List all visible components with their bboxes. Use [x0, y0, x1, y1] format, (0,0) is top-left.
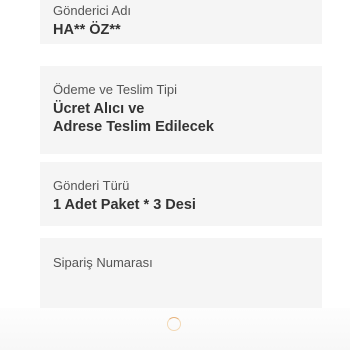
shipment-type-label: Gönderi Türü — [53, 178, 130, 193]
sender-name-label: Gönderici Adı — [53, 3, 132, 18]
shipment-type-card: Gönderi Türü 1 Adet Paket * 3 Desi — [40, 162, 322, 226]
payment-delivery-label: Ödeme ve Teslim Tipi — [53, 82, 178, 97]
payment-delivery-card: Ödeme ve Teslim Tipi Ücret Alıcı ve Adre… — [40, 66, 322, 154]
sender-name-value: HA** ÖZ** — [53, 22, 121, 38]
payment-delivery-value-line2: Adrese Teslim Edilecek — [53, 119, 214, 135]
loading-spinner-icon — [167, 317, 181, 331]
payment-delivery-value-line1: Ücret Alıcı ve — [53, 101, 145, 117]
order-number-card: Sipariş Numarası — [40, 238, 322, 308]
shipment-details-screen: Gönderici Adı HA** ÖZ** Ödeme ve Teslim … — [0, 0, 350, 350]
order-number-label: Sipariş Numarası — [53, 255, 153, 270]
sender-name-card: Gönderici Adı HA** ÖZ** — [40, 0, 322, 44]
shipment-type-value: 1 Adet Paket * 3 Desi — [53, 197, 196, 213]
